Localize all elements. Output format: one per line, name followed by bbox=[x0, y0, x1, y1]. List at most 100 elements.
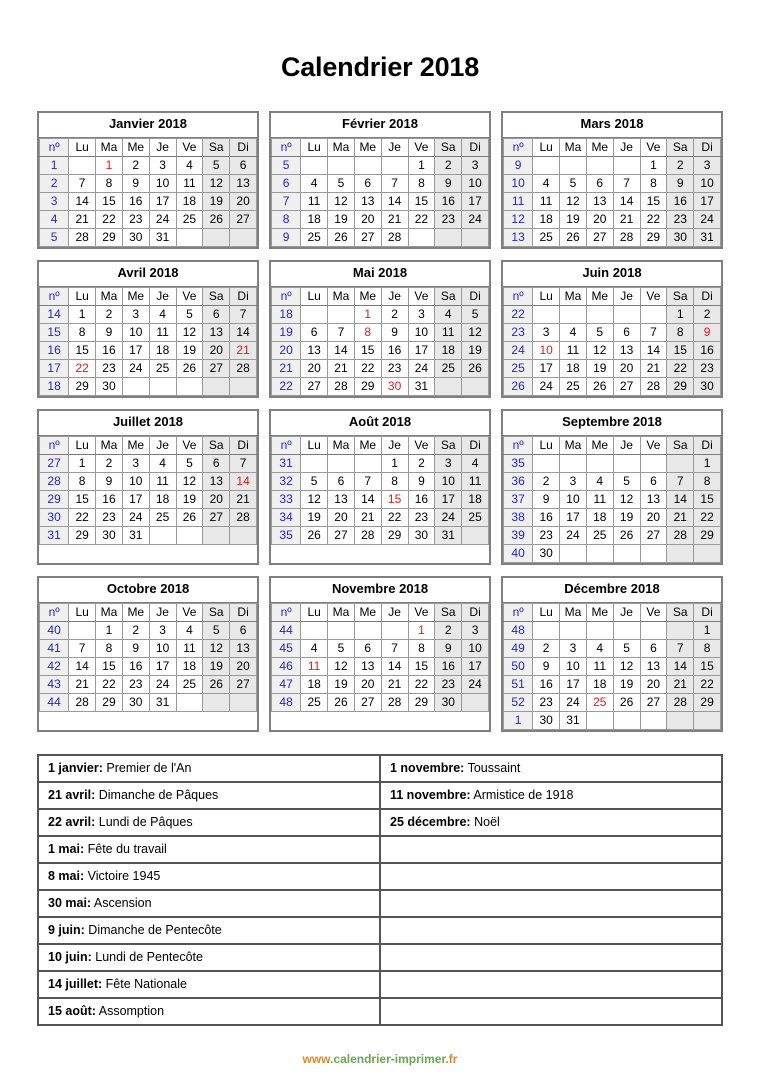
day-cell[interactable]: 29 bbox=[693, 692, 721, 712]
day-cell[interactable]: 15 bbox=[68, 489, 97, 509]
day-cell[interactable]: 20 bbox=[229, 656, 257, 676]
day-cell[interactable]: 22 bbox=[639, 209, 668, 229]
day-cell[interactable]: 2 bbox=[407, 453, 436, 473]
day-cell[interactable]: 17 bbox=[559, 674, 587, 694]
day-cell[interactable]: 9 bbox=[693, 322, 721, 342]
day-cell[interactable]: 22 bbox=[353, 358, 382, 378]
day-cell[interactable]: 24 bbox=[121, 358, 150, 378]
day-cell[interactable]: 22 bbox=[407, 209, 436, 229]
day-cell[interactable]: 15 bbox=[693, 656, 721, 676]
day-cell[interactable]: 26 bbox=[585, 376, 614, 396]
day-cell[interactable]: 27 bbox=[612, 376, 641, 396]
day-cell[interactable]: 11 bbox=[148, 471, 177, 491]
day-cell[interactable]: 1 bbox=[95, 620, 123, 640]
day-cell[interactable]: 11 bbox=[559, 340, 587, 360]
day-cell[interactable]: 19 bbox=[585, 358, 614, 378]
day-cell[interactable]: 14 bbox=[612, 191, 641, 211]
day-cell[interactable]: 4 bbox=[559, 322, 587, 342]
day-cell[interactable]: 5 bbox=[327, 638, 355, 658]
day-cell[interactable]: 2 bbox=[121, 155, 150, 175]
day-cell[interactable]: 17 bbox=[693, 191, 721, 211]
day-cell[interactable]: 17 bbox=[434, 489, 463, 509]
day-cell[interactable]: 19 bbox=[175, 340, 204, 360]
day-cell[interactable]: 7 bbox=[327, 322, 355, 342]
day-cell[interactable]: 20 bbox=[327, 507, 355, 527]
day-cell[interactable]: 31 bbox=[121, 525, 150, 545]
day-cell[interactable]: 6 bbox=[612, 322, 641, 342]
day-cell[interactable]: 10 bbox=[461, 173, 489, 193]
day-cell[interactable]: 9 bbox=[95, 322, 123, 342]
day-cell[interactable]: 27 bbox=[229, 209, 257, 229]
day-cell[interactable]: 4 bbox=[585, 471, 614, 491]
day-cell[interactable]: 6 bbox=[327, 471, 355, 491]
day-cell[interactable]: 31 bbox=[434, 525, 463, 545]
day-cell[interactable]: 19 bbox=[175, 489, 204, 509]
day-cell[interactable]: 17 bbox=[461, 656, 489, 676]
day-cell[interactable]: 26 bbox=[327, 227, 355, 247]
day-cell[interactable]: 25 bbox=[175, 674, 204, 694]
day-cell[interactable]: 4 bbox=[148, 304, 177, 324]
day-cell[interactable]: 29 bbox=[380, 525, 409, 545]
day-cell[interactable]: 24 bbox=[559, 525, 587, 545]
day-cell[interactable]: 26 bbox=[300, 525, 329, 545]
day-cell[interactable]: 30 bbox=[121, 692, 150, 712]
day-cell[interactable]: 24 bbox=[461, 209, 489, 229]
day-cell[interactable]: 30 bbox=[532, 543, 561, 563]
day-cell[interactable]: 29 bbox=[407, 692, 436, 712]
day-cell[interactable]: 22 bbox=[693, 507, 721, 527]
day-cell[interactable]: 17 bbox=[461, 191, 489, 211]
day-cell[interactable]: 13 bbox=[639, 656, 668, 676]
day-cell[interactable]: 26 bbox=[559, 227, 587, 247]
day-cell[interactable]: 24 bbox=[121, 507, 150, 527]
day-cell[interactable]: 29 bbox=[68, 525, 97, 545]
day-cell[interactable]: 23 bbox=[693, 358, 721, 378]
day-cell[interactable]: 11 bbox=[148, 322, 177, 342]
day-cell[interactable]: 27 bbox=[300, 376, 329, 396]
day-cell[interactable]: 3 bbox=[559, 471, 587, 491]
day-cell[interactable]: 26 bbox=[175, 507, 204, 527]
day-cell[interactable]: 16 bbox=[95, 340, 123, 360]
day-cell[interactable]: 27 bbox=[353, 227, 382, 247]
day-cell[interactable]: 12 bbox=[612, 656, 641, 676]
day-cell[interactable]: 20 bbox=[202, 340, 231, 360]
day-cell[interactable]: 29 bbox=[639, 227, 668, 247]
day-cell[interactable]: 24 bbox=[434, 507, 463, 527]
day-cell[interactable]: 12 bbox=[327, 656, 355, 676]
day-cell[interactable]: 16 bbox=[532, 674, 561, 694]
day-cell[interactable]: 3 bbox=[461, 155, 489, 175]
day-cell[interactable]: 30 bbox=[666, 227, 695, 247]
day-cell[interactable]: 23 bbox=[434, 209, 463, 229]
day-cell[interactable]: 16 bbox=[693, 340, 721, 360]
day-cell[interactable]: 25 bbox=[148, 507, 177, 527]
day-cell[interactable]: 14 bbox=[327, 340, 355, 360]
day-cell[interactable]: 12 bbox=[559, 191, 587, 211]
day-cell[interactable]: 13 bbox=[353, 656, 382, 676]
day-cell[interactable]: 14 bbox=[639, 340, 668, 360]
day-cell[interactable]: 11 bbox=[434, 322, 463, 342]
day-cell[interactable]: 16 bbox=[532, 507, 561, 527]
day-cell[interactable]: 12 bbox=[612, 489, 641, 509]
day-cell[interactable]: 6 bbox=[300, 322, 329, 342]
day-cell[interactable]: 28 bbox=[353, 525, 382, 545]
day-cell[interactable]: 21 bbox=[666, 507, 695, 527]
day-cell[interactable]: 26 bbox=[612, 525, 641, 545]
day-cell[interactable]: 14 bbox=[666, 489, 695, 509]
day-cell[interactable]: 9 bbox=[380, 322, 409, 342]
day-cell[interactable]: 5 bbox=[300, 471, 329, 491]
day-cell[interactable]: 31 bbox=[148, 692, 177, 712]
day-cell[interactable]: 25 bbox=[300, 692, 329, 712]
day-cell[interactable]: 29 bbox=[95, 227, 123, 247]
day-cell[interactable]: 28 bbox=[666, 525, 695, 545]
day-cell[interactable]: 16 bbox=[434, 191, 463, 211]
day-cell[interactable]: 3 bbox=[559, 638, 587, 658]
day-cell[interactable]: 12 bbox=[300, 489, 329, 509]
day-cell[interactable]: 25 bbox=[585, 525, 614, 545]
day-cell[interactable]: 12 bbox=[461, 322, 489, 342]
day-cell[interactable]: 26 bbox=[461, 358, 489, 378]
day-cell[interactable]: 13 bbox=[229, 638, 257, 658]
day-cell[interactable]: 1 bbox=[693, 620, 721, 640]
day-cell[interactable]: 26 bbox=[175, 358, 204, 378]
day-cell[interactable]: 16 bbox=[434, 656, 463, 676]
day-cell[interactable]: 21 bbox=[229, 340, 257, 360]
day-cell[interactable]: 5 bbox=[175, 453, 204, 473]
